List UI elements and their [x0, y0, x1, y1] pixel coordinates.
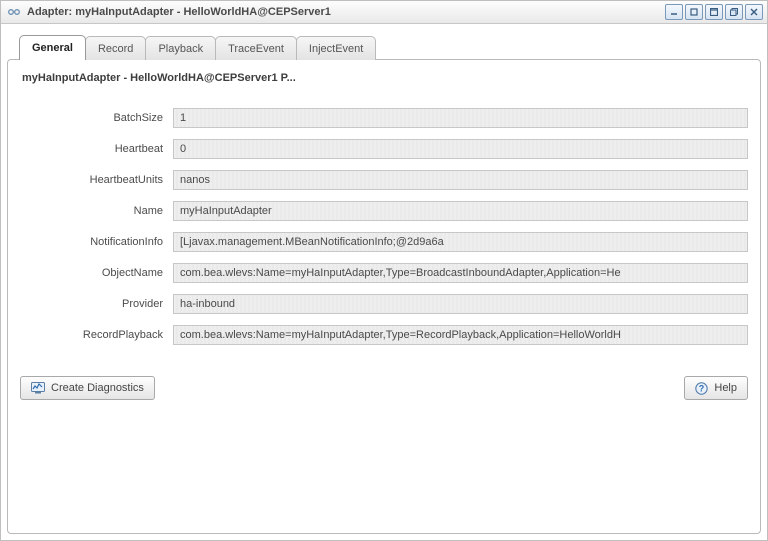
row-provider: Provider: [20, 294, 748, 314]
button-row: Create Diagnostics ? Help: [20, 376, 748, 400]
label-heartbeat: Heartbeat: [20, 143, 173, 155]
row-heartbeat: Heartbeat: [20, 139, 748, 159]
tab-traceevent[interactable]: TraceEvent: [215, 36, 297, 60]
help-button[interactable]: ? Help: [684, 376, 748, 400]
tab-general[interactable]: General: [19, 35, 86, 60]
restore-button[interactable]: [685, 4, 703, 20]
row-notificationinfo: NotificationInfo: [20, 232, 748, 252]
input-heartbeatunits[interactable]: [173, 170, 748, 190]
help-icon: ?: [695, 382, 708, 395]
close-button[interactable]: [745, 4, 763, 20]
input-objectname[interactable]: [173, 263, 748, 283]
spacer: [20, 400, 748, 525]
label-objectname: ObjectName: [20, 267, 173, 279]
input-name[interactable]: [173, 201, 748, 221]
general-panel: myHaInputAdapter - HelloWorldHA@CEPServe…: [7, 59, 761, 534]
minimize-button[interactable]: [665, 4, 683, 20]
window-controls: [665, 4, 763, 20]
tab-label: TraceEvent: [228, 43, 284, 55]
tab-record[interactable]: Record: [85, 36, 146, 60]
row-batchsize: BatchSize: [20, 108, 748, 128]
panel-heading: myHaInputAdapter - HelloWorldHA@CEPServe…: [22, 72, 748, 84]
maximize-button[interactable]: [705, 4, 723, 20]
input-heartbeat[interactable]: [173, 139, 748, 159]
label-notificationinfo: NotificationInfo: [20, 236, 173, 248]
input-provider[interactable]: [173, 294, 748, 314]
window-title: Adapter: myHaInputAdapter - HelloWorldHA…: [27, 6, 659, 18]
help-label: Help: [714, 382, 737, 394]
row-heartbeatunits: HeartbeatUnits: [20, 170, 748, 190]
label-batchsize: BatchSize: [20, 112, 173, 124]
label-provider: Provider: [20, 298, 173, 310]
input-batchsize[interactable]: [173, 108, 748, 128]
label-name: Name: [20, 205, 173, 217]
adapter-icon: [7, 5, 21, 19]
body-area: General Record Playback TraceEvent Injec…: [1, 24, 767, 540]
tab-label: Playback: [158, 43, 203, 55]
adapter-window: Adapter: myHaInputAdapter - HelloWorldHA…: [0, 0, 768, 541]
tab-label: Record: [98, 43, 133, 55]
input-notificationinfo[interactable]: [173, 232, 748, 252]
label-recordplayback: RecordPlayback: [20, 329, 173, 341]
diagnostics-icon: [31, 382, 45, 394]
tab-playback[interactable]: Playback: [145, 36, 216, 60]
tab-label: General: [32, 42, 73, 54]
input-recordplayback[interactable]: [173, 325, 748, 345]
svg-text:?: ?: [699, 383, 705, 393]
create-diagnostics-label: Create Diagnostics: [51, 382, 144, 394]
create-diagnostics-button[interactable]: Create Diagnostics: [20, 376, 155, 400]
tab-label: InjectEvent: [309, 43, 363, 55]
tab-injectevent[interactable]: InjectEvent: [296, 36, 376, 60]
form-area: BatchSize Heartbeat HeartbeatUnits Name: [20, 108, 748, 356]
detach-button[interactable]: [725, 4, 743, 20]
row-name: Name: [20, 201, 748, 221]
row-objectname: ObjectName: [20, 263, 748, 283]
tabstrip: General Record Playback TraceEvent Injec…: [7, 34, 761, 59]
titlebar: Adapter: myHaInputAdapter - HelloWorldHA…: [1, 1, 767, 24]
label-heartbeatunits: HeartbeatUnits: [20, 174, 173, 186]
row-recordplayback: RecordPlayback: [20, 325, 748, 345]
